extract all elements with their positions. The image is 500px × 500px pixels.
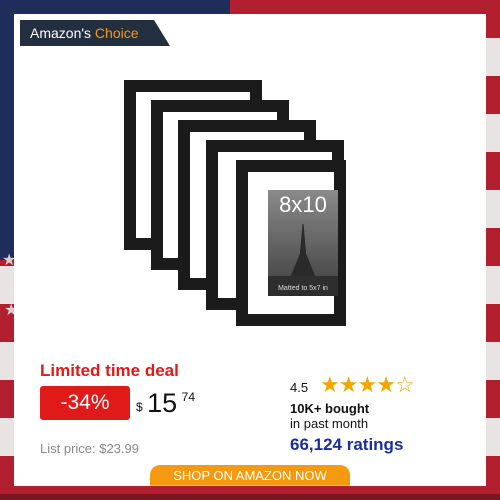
print-caption: Matted to 5x7 in	[278, 285, 328, 292]
shop-now-button[interactable]: SHOP ON AMAZON NOW	[150, 465, 350, 486]
bought-count: 10K+ bought	[290, 401, 370, 416]
price-main: 15	[147, 388, 178, 418]
price-fraction: 74	[181, 390, 195, 404]
product-image[interactable]: 8x10 Matted to 5x7 in	[120, 72, 346, 337]
price: $ 15 74	[136, 388, 195, 419]
deal-title: Limited time deal	[40, 361, 179, 380]
star-full-icon: ★	[320, 372, 340, 397]
print-size-label: 8x10	[279, 192, 327, 217]
discount-badge: -34%	[40, 386, 130, 420]
badge-prefix: Amazon's	[30, 25, 92, 41]
rating-value: 4.5	[290, 380, 309, 395]
rating-stars[interactable]: ★★★★☆	[320, 372, 415, 398]
price-currency: $	[136, 400, 143, 414]
star-full-icon: ★	[357, 372, 377, 397]
star-empty-icon: ☆	[394, 372, 415, 397]
star-full-icon: ★	[338, 372, 359, 397]
badge-accent: Choice	[94, 25, 139, 41]
bought-period: in past month	[290, 416, 369, 431]
frame-front: 8x10 Matted to 5x7 in	[236, 160, 346, 326]
list-price: List price: $23.99	[40, 441, 140, 456]
star-full-icon: ★	[376, 372, 396, 397]
eiffel-tower-photo: 8x10 Matted to 5x7 in	[268, 190, 338, 296]
ratings-count-link[interactable]: 66,124 ratings	[290, 435, 403, 455]
amazons-choice-badge: Amazon's Choice	[20, 20, 170, 46]
